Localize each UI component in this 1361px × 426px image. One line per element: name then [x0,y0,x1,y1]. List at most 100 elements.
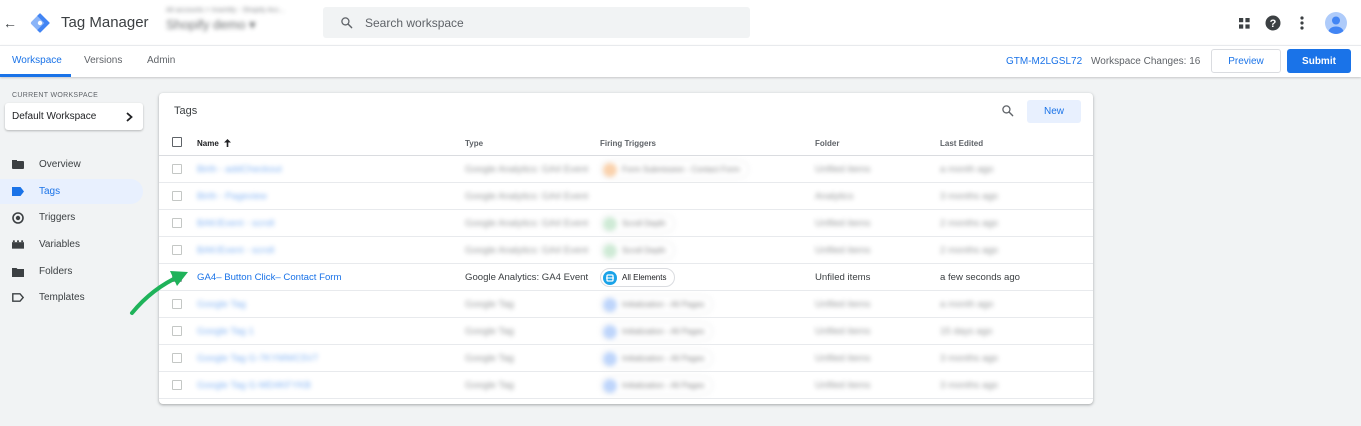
trigger-chip[interactable]: Initialization - All Pages [600,376,714,395]
account-switcher[interactable]: All accounts > Insertify - Shopify Acc..… [166,7,316,39]
trigger-chip[interactable]: Form Submission - Contact Form [600,160,749,179]
tag-last-edited: 15 days ago [940,326,993,337]
more-vert-icon[interactable] [1289,12,1315,34]
table-search-icon[interactable] [1001,104,1014,120]
new-tag-button[interactable]: New [1027,100,1081,123]
sidebar-item-variables[interactable]: Variables [0,232,143,257]
folder-icon [12,266,24,278]
workspace-selector[interactable]: Default Workspace [5,103,143,130]
row-checkbox[interactable] [172,218,182,228]
column-header-folder[interactable]: Folder [815,139,839,148]
active-tab-indicator [0,74,71,77]
template-icon [12,292,24,304]
trigger-chip[interactable]: Scroll Depth [600,214,675,233]
help-icon[interactable]: ? [1260,12,1286,34]
tag-type: Google Analytics: GA4 Event [465,218,589,229]
person-icon [1328,16,1344,34]
tab-admin[interactable]: Admin [147,55,175,66]
tag-icon [12,186,24,198]
select-all-checkbox[interactable] [172,137,182,147]
tag-name-link[interactable]: Google Tag G-7KYMWC5V7 [197,353,318,364]
top-actions: ? [1228,12,1347,34]
tag-name-link[interactable]: Google Tag G-MD4KFYKB [197,380,311,391]
column-header-last-edited[interactable]: Last Edited [940,139,983,148]
variable-icon [12,239,24,251]
table-row[interactable]: BAK/Event - scroll Google Analytics: GA4 … [159,237,1093,264]
tag-name-link[interactable]: Google Tag 1 [197,326,254,337]
row-checkbox[interactable] [172,326,182,336]
trigger-name: Initialization - All Pages [622,300,705,309]
row-checkbox[interactable] [172,380,182,390]
row-checkbox[interactable] [172,164,182,174]
tag-type: Google Analytics: GA4 Event [465,191,589,202]
trigger-type-icon [603,216,617,231]
trigger-chip[interactable]: Initialization - All Pages [600,295,714,314]
table-row[interactable]: Google Tag G-MD4KFYKB Google Tag Initializ… [159,372,1093,399]
container-id-link[interactable]: GTM-M2LGSL72 [1006,56,1082,67]
tag-manager-logo-icon [30,13,50,33]
row-checkbox[interactable] [172,191,182,201]
sidebar-item-folders[interactable]: Folders [0,259,143,284]
chevron-right-icon [126,111,133,122]
sidebar-item-tags[interactable]: Tags [0,179,143,204]
tag-folder: Unfiled items [815,299,871,310]
tag-folder: Unfiled items [815,245,871,256]
tag-name-link[interactable]: Birth - addCheckout [197,164,282,175]
preview-button[interactable]: Preview [1211,49,1281,73]
column-header-name[interactable]: Name [197,139,232,148]
tag-last-edited: 2 months ago [940,245,999,256]
tag-folder: Unfiled items [815,353,871,364]
tag-last-edited: 2 months ago [940,218,999,229]
column-header-triggers[interactable]: Firing Triggers [600,139,656,148]
sidebar-item-label: Folders [39,266,73,277]
tag-name-link[interactable]: Google Tag [197,299,246,310]
back-arrow-icon[interactable]: ← [2,15,18,31]
tag-last-edited: 3 months ago [940,353,999,364]
workspace-name: Default Workspace [12,111,97,122]
sidebar-item-label: Triggers [39,212,76,223]
tab-versions[interactable]: Versions [84,55,122,66]
current-workspace-label: CURRENT WORKSPACE [12,92,99,99]
trigger-chip[interactable]: All Elements [600,268,676,287]
trigger-chip[interactable]: Scroll Depth [600,241,675,260]
table-row[interactable]: Birth - addCheckout Google Analytics: GA4… [159,156,1093,183]
tags-card-title: Tags [174,105,198,117]
trigger-type-icon [603,162,617,177]
sidebar-item-templates[interactable]: Templates [0,285,143,310]
workspace-search-bar[interactable] [323,7,750,38]
search-input[interactable] [365,15,725,30]
apps-grid-icon[interactable] [1231,12,1257,34]
table-row[interactable]: BAK/Event - scroll Google Analytics: GA4 … [159,210,1093,237]
trigger-name: All Elements [622,273,667,282]
tag-name-link[interactable]: Birth - Pageview [197,191,267,202]
tag-type: Google Tag [465,326,514,337]
tag-type: Google Tag [465,380,514,391]
trigger-type-icon [603,297,617,312]
tag-name-link[interactable]: BAK/Event - scroll [197,245,274,256]
trigger-type-icon [603,243,617,258]
user-avatar[interactable] [1325,12,1347,34]
row-checkbox[interactable] [172,245,182,255]
tag-name-link[interactable]: GA4– Button Click– Contact Form [197,272,342,283]
tag-folder: Unfiled items [815,380,871,391]
table-row[interactable]: Birth - Pageview Google Analytics: GA4 Ev… [159,183,1093,210]
tag-last-edited: a month ago [940,299,994,310]
row-checkbox[interactable] [172,353,182,363]
trigger-type-icon [603,378,617,393]
tag-type: Google Analytics: GA4 Event [465,245,589,256]
column-header-type[interactable]: Type [465,139,483,148]
table-row[interactable]: Google Tag Google Tag Initialization - All… [159,291,1093,318]
sidebar-item-label: Variables [39,239,80,250]
trigger-chip[interactable]: Initialization - All Pages [600,349,714,368]
table-row[interactable]: Google Tag 1 Google Tag Initialization - A… [159,318,1093,345]
table-row[interactable]: GA4– Button Click– Contact Form Google An… [159,264,1093,291]
submit-button[interactable]: Submit [1287,49,1351,73]
tag-name-link[interactable]: BAK/Event - scroll [197,218,274,229]
tab-workspace[interactable]: Workspace [12,55,62,66]
trigger-type-icon [603,324,617,339]
trigger-chip[interactable]: Initialization - All Pages [600,322,714,341]
sidebar-item-label: Tags [39,186,61,197]
table-row[interactable]: Google Tag G-7KYMWC5V7 Google Tag Initiali… [159,345,1093,372]
sidebar-item-overview[interactable]: Overview [0,152,143,177]
sidebar-item-triggers[interactable]: Triggers [0,205,143,230]
